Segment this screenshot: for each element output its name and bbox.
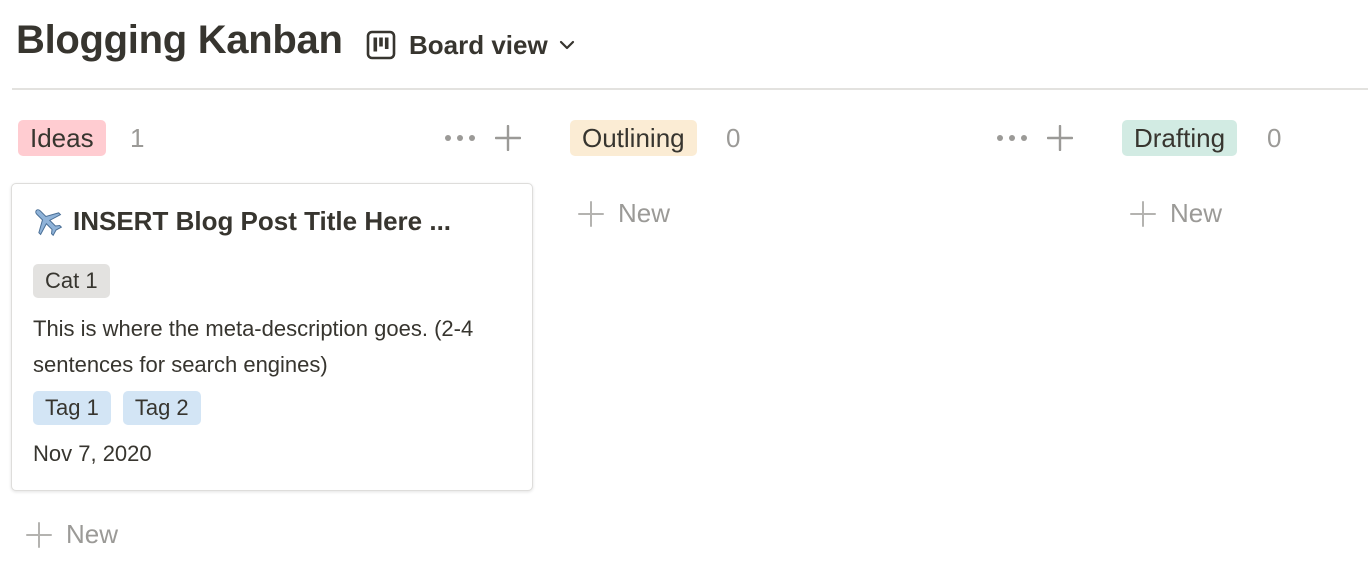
new-card-button[interactable]: New	[1130, 198, 1222, 229]
chevron-down-icon	[559, 40, 574, 50]
new-label: New	[618, 198, 671, 228]
ellipsis-icon	[445, 135, 475, 141]
card-date: Nov 7, 2020	[33, 441, 152, 466]
tag-chip: Tag 2	[122, 391, 201, 425]
category-chip: Cat 1	[33, 264, 110, 298]
card-description: This is where the meta-description goes.…	[33, 316, 474, 377]
new-card-button[interactable]: New	[578, 198, 670, 229]
page-title: Blogging Kanban	[16, 18, 343, 62]
plus-icon	[1130, 200, 1156, 227]
column-count: 0	[726, 123, 741, 153]
kanban-card[interactable]: INSERT Blog Post Title Here ... Cat 1 Th…	[11, 183, 533, 491]
board-icon	[366, 30, 396, 60]
column-header: Drafting 0	[1122, 118, 1368, 158]
airplane-icon	[35, 209, 63, 237]
column-status-pill[interactable]: Drafting	[1122, 120, 1238, 156]
plus-icon	[495, 125, 521, 151]
more-options-button[interactable]	[440, 118, 480, 158]
board-view-dropdown[interactable]: Board view	[366, 26, 577, 64]
column-count: 0	[1267, 123, 1282, 153]
new-label: New	[66, 519, 119, 549]
column-count: 1	[130, 123, 145, 153]
tag-chip: Tag 1	[33, 391, 111, 425]
new-label: New	[1170, 198, 1223, 228]
column-header: Ideas 1	[18, 118, 540, 158]
card-category: Cat 1	[33, 264, 110, 298]
column-header: Outlining 0	[570, 118, 1092, 158]
card-title: INSERT Blog Post Title Here ...	[30, 204, 451, 238]
view-label: Board view	[409, 29, 548, 60]
header-divider	[12, 88, 1368, 90]
new-card-button[interactable]: New	[26, 519, 118, 550]
add-card-button[interactable]	[488, 118, 528, 158]
page-header: Blogging Kanban Board view	[0, 0, 1368, 90]
card-tags: Tag 1 Tag 2	[33, 391, 201, 425]
card-title-text: INSERT Blog Post Title Here ...	[73, 205, 452, 236]
board-column-ideas: Ideas 1 INSERT Blog Post Title Here ...	[11, 118, 540, 549]
plus-icon	[26, 521, 52, 548]
plus-icon	[1047, 125, 1073, 151]
board-column-drafting: Drafting 0 New	[1122, 118, 1368, 228]
board-column-outlining: Outlining 0 New	[570, 118, 1092, 228]
more-options-button[interactable]	[992, 118, 1032, 158]
ellipsis-icon	[997, 135, 1027, 141]
column-status-pill[interactable]: Outlining	[570, 120, 697, 156]
add-card-button[interactable]	[1040, 118, 1080, 158]
column-status-pill[interactable]: Ideas	[18, 120, 106, 156]
plus-icon	[578, 200, 604, 227]
